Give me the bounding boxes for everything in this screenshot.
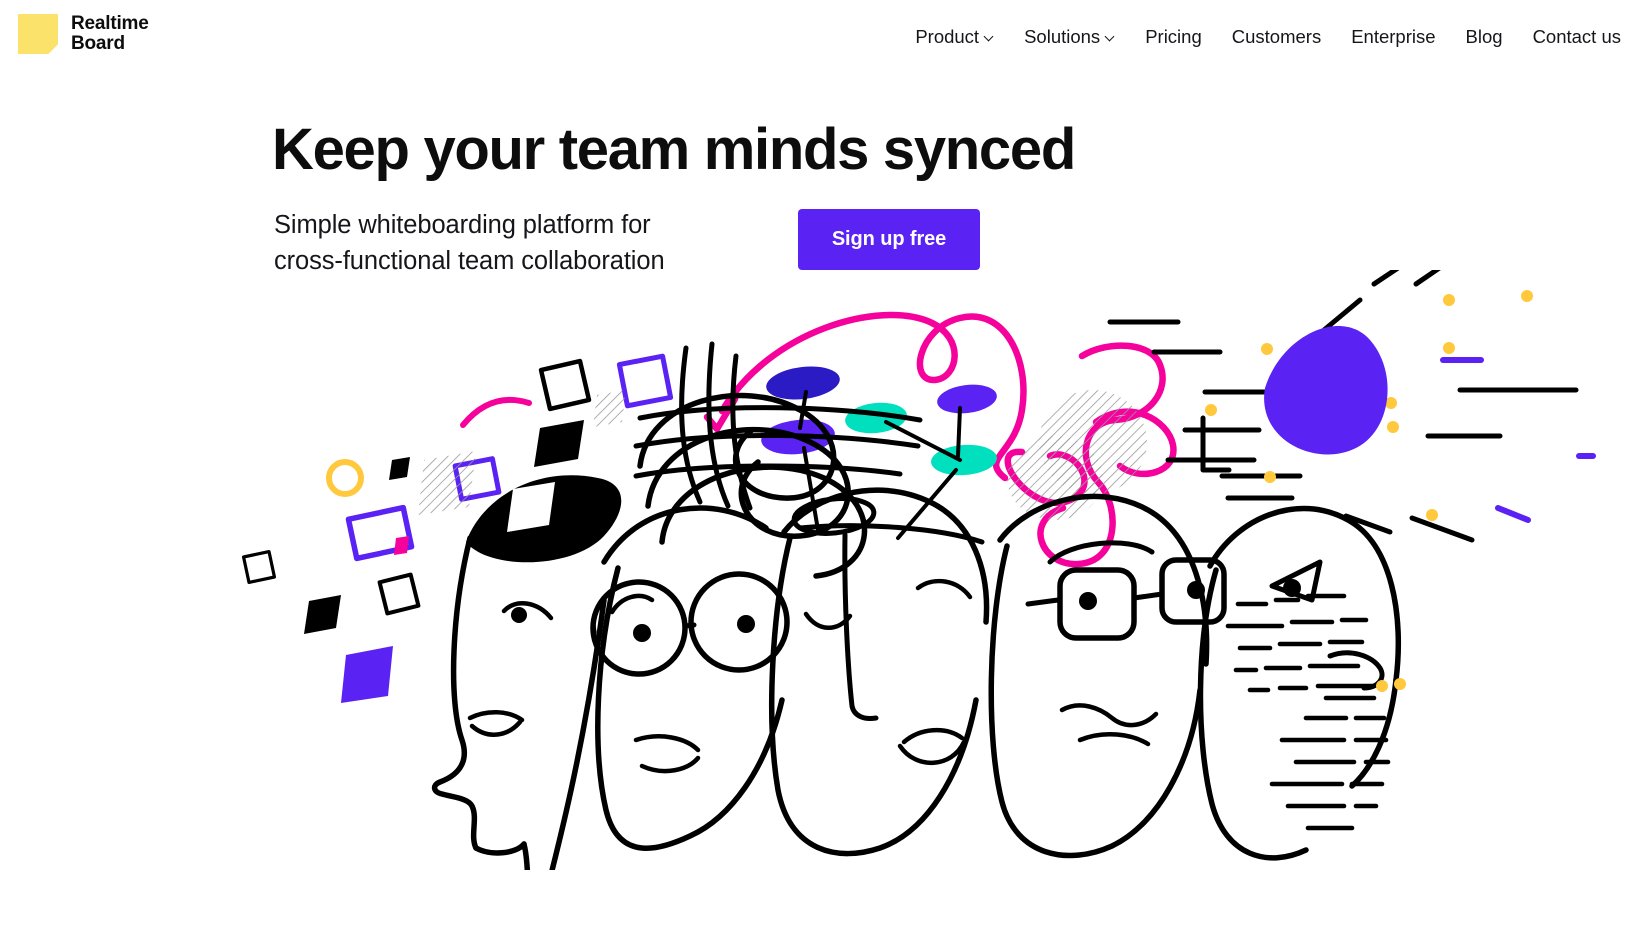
nav-item-customers[interactable]: Customers	[1217, 22, 1336, 53]
illustration-head-2	[590, 505, 790, 851]
illustration-head-1	[431, 475, 622, 870]
main-navigation: Product Solutions Pricing Customers Ente…	[900, 14, 1629, 53]
decor-right-purple-dashes	[1440, 357, 1596, 523]
decor-purple-blob	[1264, 326, 1388, 455]
hero-illustration	[0, 270, 1647, 870]
sticky-note-icon	[18, 14, 58, 54]
nav-item-enterprise[interactable]: Enterprise	[1336, 22, 1450, 53]
site-header: Realtime Board Product Solutions Pricing…	[0, 0, 1647, 68]
nav-item-contact-us[interactable]: Contact us	[1518, 22, 1629, 53]
nav-item-product[interactable]: Product	[900, 22, 1009, 53]
nav-label: Enterprise	[1351, 26, 1436, 47]
nav-item-solutions[interactable]: Solutions	[1009, 22, 1130, 53]
decor-swirl-hair	[637, 392, 868, 579]
nav-label: Solutions	[1024, 26, 1101, 47]
decor-pill-blobs	[761, 366, 997, 476]
sign-up-free-button[interactable]: Sign up free	[798, 209, 980, 270]
nav-label: Blog	[1465, 26, 1503, 47]
nav-label: Contact us	[1532, 26, 1621, 47]
brand-logo[interactable]: Realtime Board	[18, 14, 149, 54]
page-title: Keep your team minds synced	[272, 117, 1076, 182]
illustration-head-3	[769, 487, 990, 857]
nav-item-blog[interactable]: Blog	[1451, 22, 1518, 53]
chevron-down-icon	[1106, 32, 1115, 41]
nav-label: Product	[915, 26, 980, 47]
nav-item-pricing[interactable]: Pricing	[1130, 22, 1217, 53]
chevron-down-icon	[985, 32, 994, 41]
nav-label: Pricing	[1145, 26, 1202, 47]
nav-label: Customers	[1231, 26, 1322, 47]
brand-name: Realtime Board	[71, 13, 149, 54]
hero-subtitle: Simple whiteboarding platform for cross-…	[274, 211, 665, 276]
illustration-head-5	[1197, 505, 1402, 861]
